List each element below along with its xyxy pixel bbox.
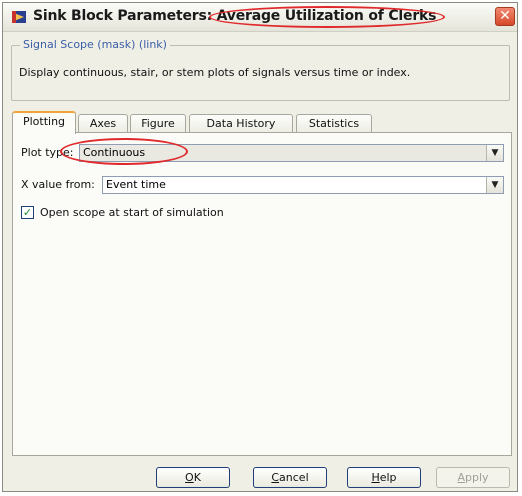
chevron-down-icon[interactable]: ▼ [486,177,503,193]
chevron-down-icon[interactable]: ▼ [486,145,503,161]
tab-axes[interactable]: Axes [78,114,128,133]
title-bar[interactable]: Sink Block Parameters: Average Utilizati… [3,3,517,32]
plot-type-select[interactable]: Continuous ▼ [79,144,504,162]
x-value-label: X value from: [21,178,95,191]
tab-plotting[interactable]: Plotting [12,111,76,134]
tab-strip: Plotting Axes Figure Data History Statis… [12,111,512,134]
simulink-block-icon [12,11,26,23]
x-value-select[interactable]: Event time ▼ [102,176,504,194]
mask-description: Display continuous, stair, or stem plots… [19,66,411,79]
plotting-panel: Plot type: Continuous ▼ X value from: Ev… [12,132,512,456]
ok-label-rest: K [193,471,201,484]
help-label-rest: elp [379,471,397,484]
close-button[interactable]: ✕ [495,7,515,26]
mask-link[interactable]: Signal Scope (mask) (link) [20,38,170,51]
plot-type-label: Plot type: [21,146,74,159]
cancel-mnemonic: C [271,471,280,484]
x-value-value: Event time [106,178,166,191]
ok-button[interactable]: OK [156,467,230,488]
cancel-button[interactable]: Cancel [253,467,327,488]
open-scope-checkbox[interactable]: ✓ [21,206,34,219]
ok-mnemonic: O [185,471,194,484]
sink-block-parameters-dialog: Sink Block Parameters: Average Utilizati… [2,2,518,492]
mask-group: Signal Scope (mask) (link) Display conti… [11,38,510,101]
tab-statistics[interactable]: Statistics [296,114,372,133]
help-mnemonic: H [371,471,380,484]
open-scope-label: Open scope at start of simulation [40,206,224,219]
help-button[interactable]: Help [347,467,421,488]
apply-mnemonic: A [457,471,465,484]
tab-figure[interactable]: Figure [130,114,186,133]
window-title: Sink Block Parameters: Average Utilizati… [33,8,436,24]
tab-data-history[interactable]: Data History [189,114,293,133]
title-block-name: Average Utilization of Clerks [216,8,437,24]
apply-button[interactable]: Apply [436,467,510,488]
plot-type-value: Continuous [83,146,146,159]
cancel-label-rest: ancel [279,471,309,484]
title-prefix: Sink Block Parameters: [33,8,217,24]
apply-label-rest: pply [465,471,489,484]
